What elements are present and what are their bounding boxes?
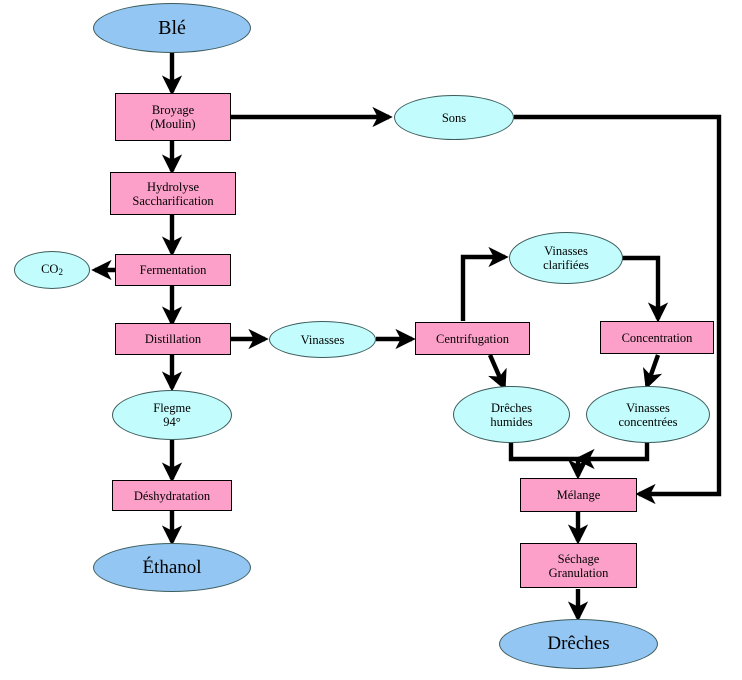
node-centrifugation[interactable]: Centrifugation [415, 322, 530, 355]
node-fermentation[interactable]: Fermentation [115, 254, 231, 286]
node-flegme[interactable]: Flegme 94° [112, 390, 232, 440]
node-centrifugation-label: Centrifugation [436, 331, 509, 346]
node-deshydratation-label: Déshydratation [133, 488, 211, 503]
edge-centrifugation-to-clarifiees [460, 246, 509, 321]
node-vinasses-clarifiees-label: Vinasses clarifiées [543, 244, 589, 272]
node-vinasses-concentrees[interactable]: Vinasses concentrées [586, 386, 710, 443]
node-vinasses-concentrees-label: Vinasses concentrées [618, 400, 678, 429]
node-flegme-label: Flegme 94° [153, 401, 191, 429]
node-distillation-label: Distillation [144, 332, 202, 346]
node-broyage-label: Broyage (Moulin) [150, 103, 196, 131]
edge-clarifiees-to-concentration [621, 255, 669, 323]
node-distillation[interactable]: Distillation [115, 323, 231, 355]
node-concentration-label: Concentration [621, 330, 693, 345]
edge-vinasses-concentrees-to-melange [574, 443, 650, 470]
node-broyage[interactable]: Broyage (Moulin) [115, 93, 231, 141]
edge-concentration-to-vinasses-concentrees [643, 354, 663, 390]
node-dreches-humides[interactable]: Drêches humides [453, 386, 570, 443]
edge-dreches-humides-to-melange [508, 442, 589, 480]
node-dreches-humides-label: Drêches humides [490, 400, 533, 429]
node-fermentation-label: Fermentation [139, 263, 207, 277]
node-hydrolyse-label: Hydrolyse Saccharification [132, 179, 214, 208]
node-co2-label: CO2 [41, 262, 63, 278]
flowchart-diagram: Blé Broyage (Moulin) Sons Hydrolyse Sacc… [0, 0, 742, 680]
node-dreches-label: Drêches [547, 633, 610, 655]
node-melange-label: Mélange [556, 488, 601, 502]
node-melange[interactable]: Mélange [520, 478, 637, 512]
node-ble[interactable]: Blé [93, 3, 251, 53]
node-sechage-granulation[interactable]: Séchage Granulation [520, 543, 637, 588]
node-vinasses[interactable]: Vinasses [269, 321, 376, 358]
node-ethanol[interactable]: Éthanol [93, 543, 251, 592]
node-dreches[interactable]: Drêches [499, 619, 658, 669]
node-co2[interactable]: CO2 [14, 251, 90, 289]
node-sons-label: Sons [441, 110, 467, 125]
node-sons[interactable]: Sons [394, 95, 514, 140]
edge-centrifugation-to-dreches-humides [487, 354, 507, 391]
node-vinasses-clarifiees[interactable]: Vinasses clarifiées [509, 232, 623, 284]
node-ethanol-label: Éthanol [142, 556, 202, 578]
node-ble-label: Blé [158, 16, 186, 39]
node-hydrolyse[interactable]: Hydrolyse Saccharification [110, 172, 236, 215]
node-deshydratation[interactable]: Déshydratation [112, 480, 232, 511]
node-sechage-granulation-label: Séchage Granulation [548, 551, 609, 580]
node-vinasses-label: Vinasses [300, 332, 345, 347]
node-concentration[interactable]: Concentration [600, 321, 714, 354]
